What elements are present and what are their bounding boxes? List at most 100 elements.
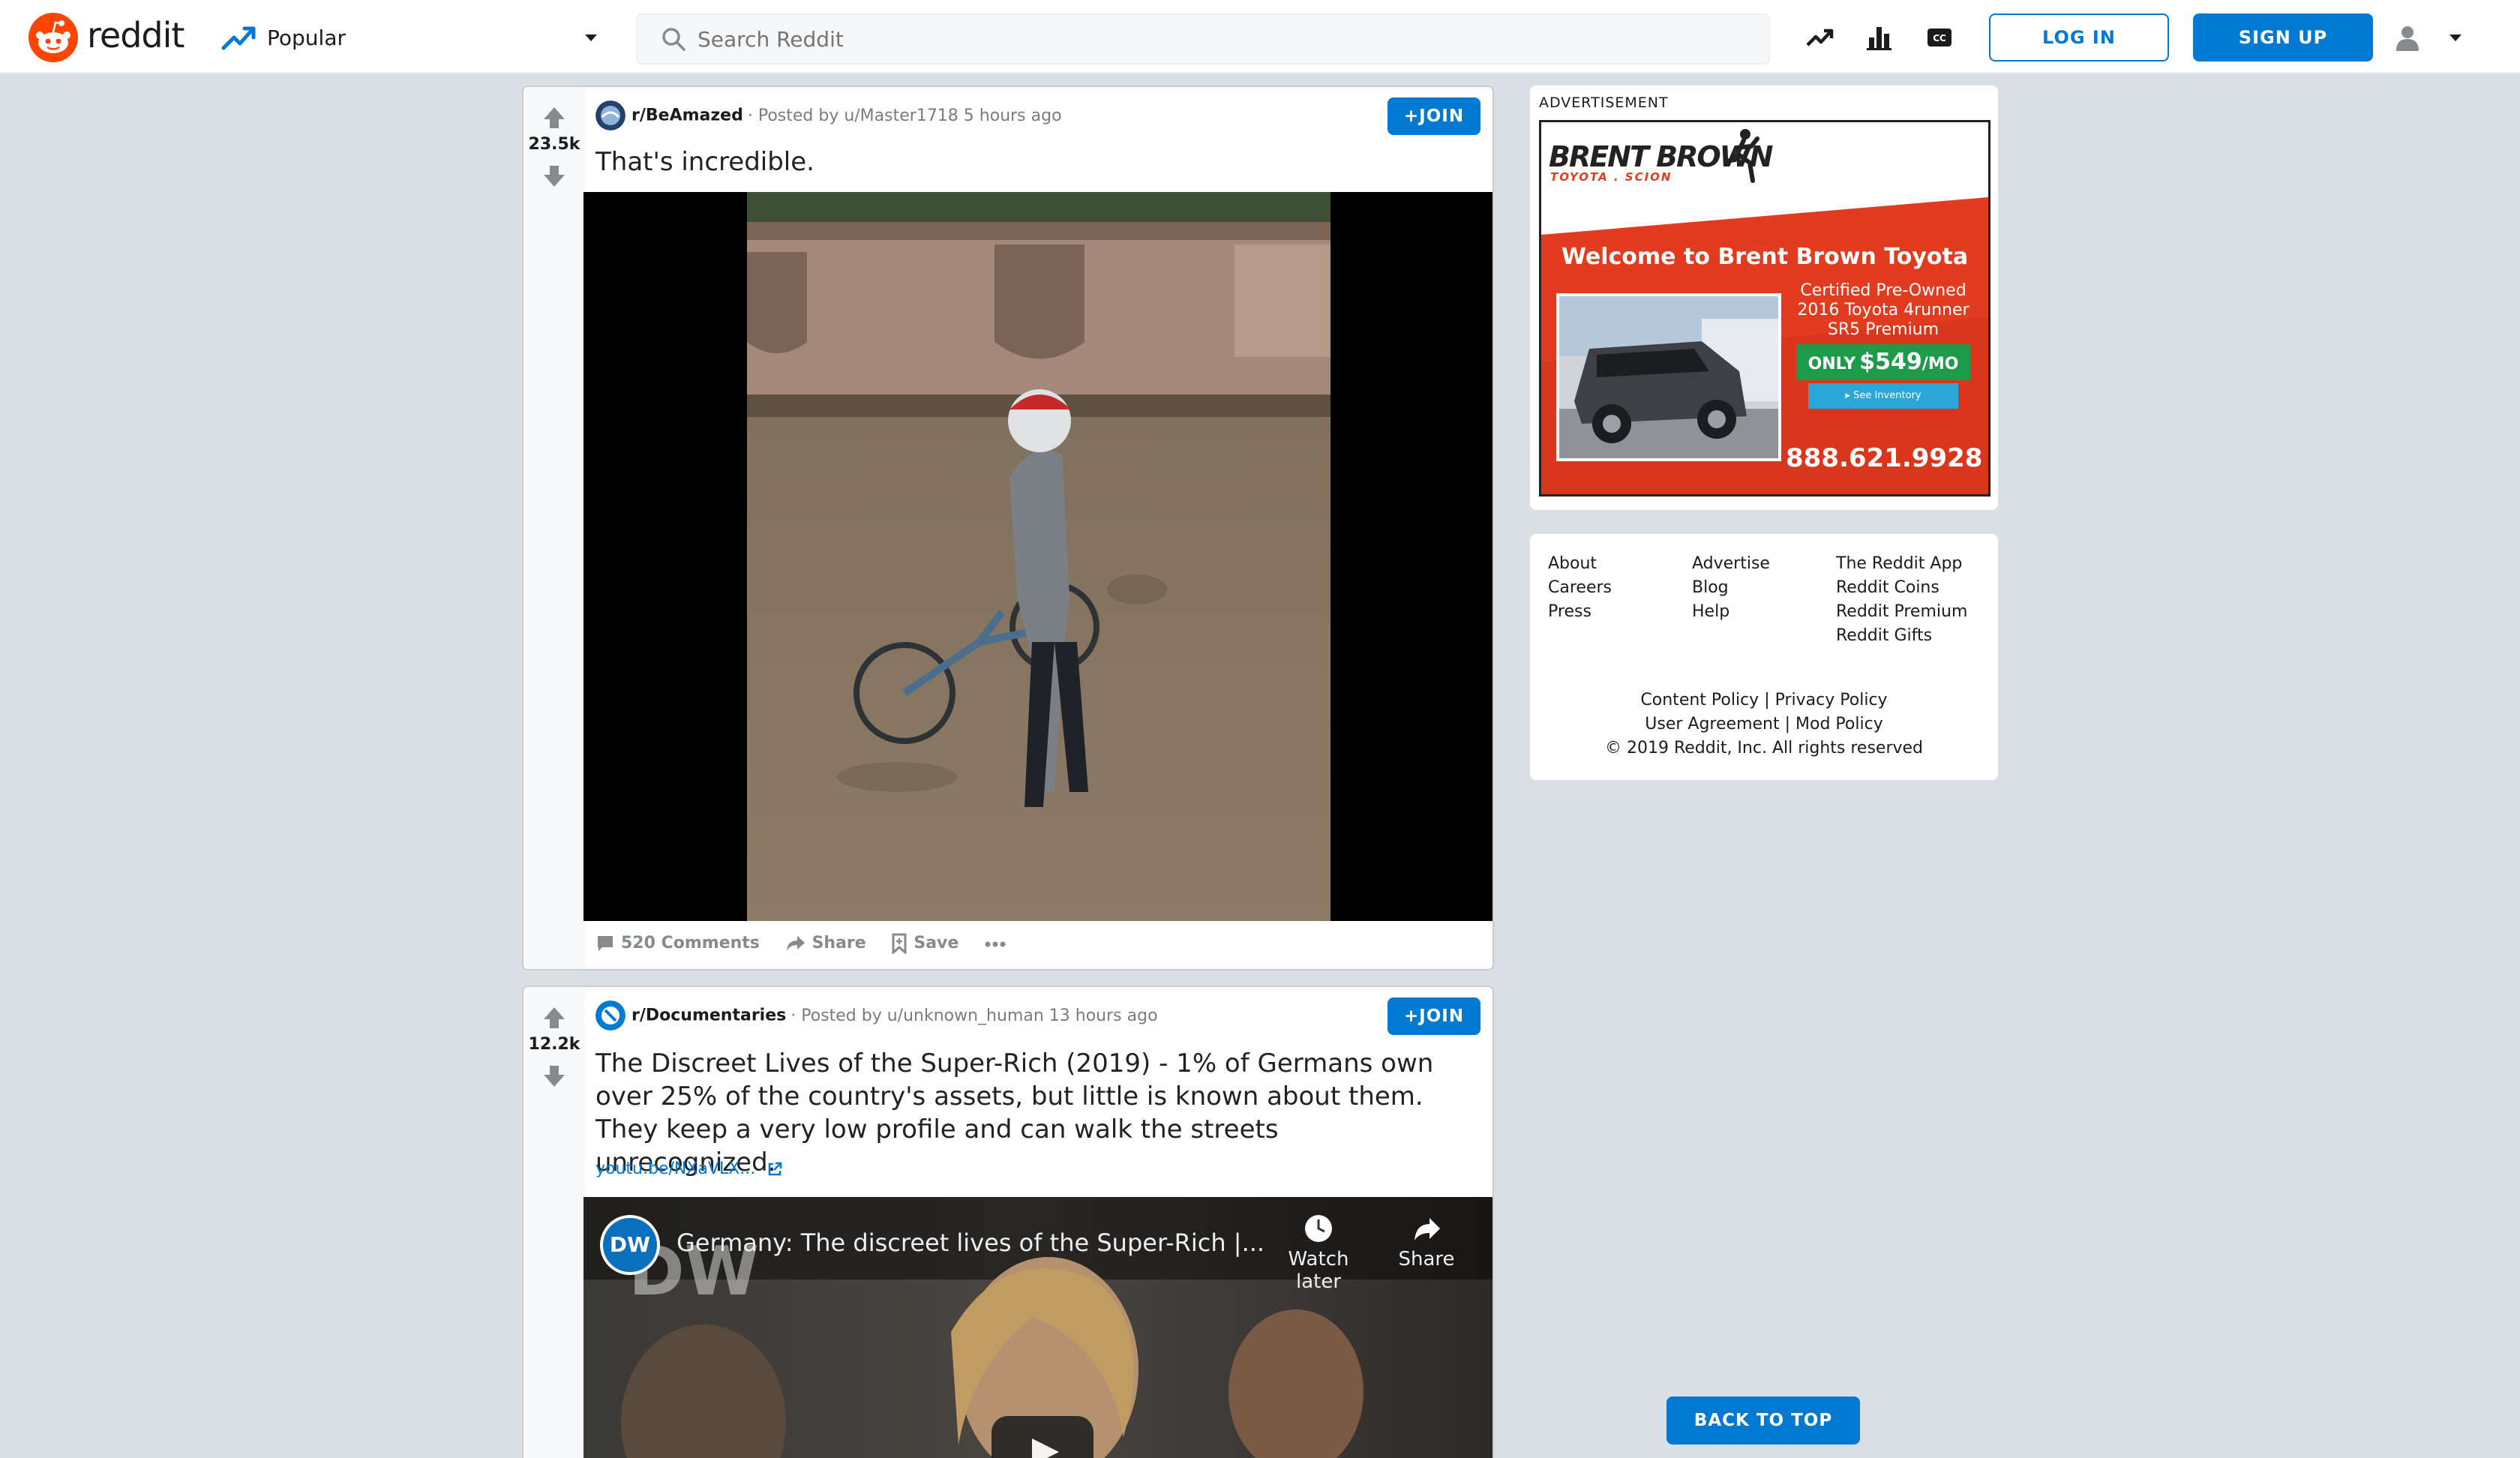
play-icon xyxy=(1032,1438,1059,1458)
post-card[interactable]: 23.5k r/BeAmazed · Posted by u/Master1718… xyxy=(522,86,1494,970)
user-avatar-icon xyxy=(2396,26,2419,51)
closed-captions-icon[interactable]: CC xyxy=(1923,21,1956,54)
ad-price-prefix: ONLY xyxy=(1808,355,1856,374)
top-nav-bar: reddit Popular CC LOG IN SIGN UP xyxy=(0,0,2520,74)
posted-by-text: · Posted by u/Master1718 5 hours ago xyxy=(747,106,1062,125)
video-share-button[interactable]: Share xyxy=(1389,1212,1464,1270)
ad-phone: 888.621.9928 xyxy=(1786,443,1983,473)
stats-bar-chart-icon[interactable] xyxy=(1863,21,1896,54)
footer-column: The Reddit App Reddit Coins Reddit Premi… xyxy=(1836,552,1967,648)
footer-link-mod-policy[interactable]: Mod Policy xyxy=(1796,715,1883,734)
footer-link-advertise[interactable]: Advertise xyxy=(1692,552,1770,576)
post-title[interactable]: That's incredible. xyxy=(596,146,814,178)
footer-links-card: About Careers Press Advertise Blog Help … xyxy=(1530,534,1998,780)
post-card[interactable]: 12.2k r/Documentaries · Posted by u/unkno… xyxy=(522,986,1494,1458)
ad-price: $549 xyxy=(1859,349,1922,375)
footer-link-press[interactable]: Press xyxy=(1548,600,1612,624)
ad-price-suffix: /MO xyxy=(1922,355,1959,374)
subreddit-icon[interactable] xyxy=(596,100,626,130)
plus-icon: + xyxy=(1403,106,1420,126)
comments-button[interactable]: 520 Comments xyxy=(596,934,760,953)
advertisement-label: ADVERTISEMENT xyxy=(1539,94,1669,111)
vote-column: 12.2k xyxy=(524,987,585,1458)
video-share-label: Share xyxy=(1398,1248,1455,1270)
play-button[interactable] xyxy=(992,1416,1094,1458)
external-link-icon xyxy=(769,1162,782,1176)
share-button[interactable]: Share xyxy=(785,934,866,953)
video-player[interactable] xyxy=(584,192,1492,921)
footer-separator: | xyxy=(1764,691,1770,710)
footer-link-blog[interactable]: Blog xyxy=(1692,576,1770,600)
video-title[interactable]: Germany: The discreet lives of the Super… xyxy=(676,1228,1264,1257)
footer-link-user-agreement[interactable]: User Agreement xyxy=(1645,715,1779,734)
join-button[interactable]: +JOIN xyxy=(1388,998,1480,1035)
reddit-wordmark[interactable]: reddit xyxy=(87,15,184,56)
bookmark-icon xyxy=(892,933,907,956)
post-meta: r/Documentaries · Posted by u/unknown_hum… xyxy=(596,1000,1158,1030)
search-bar[interactable] xyxy=(636,14,1770,64)
downvote-arrow-icon[interactable] xyxy=(540,1062,568,1090)
ad-car-image xyxy=(1556,293,1781,461)
user-dropdown[interactable] xyxy=(2392,20,2475,56)
youtube-embed[interactable]: DW DW Germany: The discreet lives of the… xyxy=(584,1197,1492,1458)
video-frame-image xyxy=(747,192,1330,921)
downvote-arrow-icon[interactable] xyxy=(540,162,568,190)
chevron-down-icon xyxy=(585,34,597,41)
footer-link-help[interactable]: Help xyxy=(1692,600,1770,624)
share-label: Share xyxy=(812,934,866,952)
plus-icon: + xyxy=(1403,1006,1420,1026)
join-label: JOIN xyxy=(1419,1006,1465,1026)
more-dots-icon xyxy=(985,941,1006,946)
more-options-button[interactable] xyxy=(984,934,1012,953)
signup-button[interactable]: SIGN UP xyxy=(2193,14,2373,62)
suv-image xyxy=(1559,296,1778,458)
post-actions: 520 Comments Share Save xyxy=(596,933,1032,963)
footer-link-privacy-policy[interactable]: Privacy Policy xyxy=(1775,691,1888,710)
footer-separator: | xyxy=(1784,715,1791,734)
reddit-logo-icon[interactable] xyxy=(28,13,78,62)
upvote-arrow-icon[interactable] xyxy=(540,104,568,132)
ad-price-badge: ONLY $549/MO xyxy=(1796,344,1970,380)
footer-policies: Content Policy | Privacy Policy User Agr… xyxy=(1530,688,1998,760)
save-button[interactable]: Save xyxy=(891,933,958,956)
subreddit-icon[interactable] xyxy=(596,1000,626,1030)
post-meta: r/BeAmazed · Posted by u/Master1718 5 hou… xyxy=(596,100,1062,130)
ad-cta-button[interactable]: ▸ See Inventory xyxy=(1808,383,1958,409)
feed-selector-label: Popular xyxy=(267,26,346,50)
footer-link-reddit-premium[interactable]: Reddit Premium xyxy=(1836,600,1967,624)
footer-link-about[interactable]: About xyxy=(1548,552,1612,576)
footer-link-careers[interactable]: Careers xyxy=(1548,576,1612,600)
footer-link-reddit-coins[interactable]: Reddit Coins xyxy=(1836,576,1967,600)
ad-offer: Certified Pre-Owned 2016 Toyota 4runner … xyxy=(1786,281,1981,340)
upvote-arrow-icon[interactable] xyxy=(540,1004,568,1032)
search-input[interactable] xyxy=(698,15,1748,63)
join-label: JOIN xyxy=(1419,106,1465,126)
link-text: youtu.be/NXaVLX... xyxy=(596,1160,756,1178)
channel-avatar[interactable]: DW xyxy=(600,1215,660,1275)
join-button[interactable]: +JOIN xyxy=(1388,98,1480,135)
login-button[interactable]: LOG IN xyxy=(1989,14,2169,62)
vote-score: 12.2k xyxy=(528,1035,580,1054)
ad-offer-line: Certified Pre-Owned xyxy=(1800,281,1966,300)
ad-cta-label: See Inventory xyxy=(1853,390,1922,401)
trending-up-icon xyxy=(221,26,256,50)
trending-icon[interactable] xyxy=(1803,21,1836,54)
footer-column: About Careers Press xyxy=(1548,552,1612,624)
ad-banner[interactable]: BRENT BROWN TOYOTA . SCION Welcome to Br… xyxy=(1539,120,1990,496)
feed-selector[interactable]: Popular xyxy=(218,16,600,58)
back-to-top-button[interactable]: BACK TO TOP xyxy=(1666,1396,1860,1444)
ad-headline: Welcome to Brent Brown Toyota xyxy=(1561,244,1969,270)
subreddit-link[interactable]: r/BeAmazed xyxy=(632,106,743,125)
advertisement-card: ADVERTISEMENT BRENT BROWN TOYOTA . SCION… xyxy=(1530,86,1998,510)
clock-icon xyxy=(1305,1215,1332,1242)
ad-brand-sub: TOYOTA . SCION xyxy=(1550,170,1672,184)
vote-score: 23.5k xyxy=(528,135,580,154)
share-arrow-icon xyxy=(786,936,805,951)
footer-link-reddit-app[interactable]: The Reddit App xyxy=(1836,552,1967,576)
subreddit-link[interactable]: r/Documentaries xyxy=(632,1006,786,1025)
external-link[interactable]: youtu.be/NXaVLX... xyxy=(596,1160,783,1178)
ad-offer-line: 2016 Toyota 4runner xyxy=(1797,301,1970,320)
footer-link-content-policy[interactable]: Content Policy xyxy=(1640,691,1759,710)
watch-later-button[interactable]: Watch later xyxy=(1266,1212,1371,1293)
footer-link-reddit-gifts[interactable]: Reddit Gifts xyxy=(1836,624,1967,648)
